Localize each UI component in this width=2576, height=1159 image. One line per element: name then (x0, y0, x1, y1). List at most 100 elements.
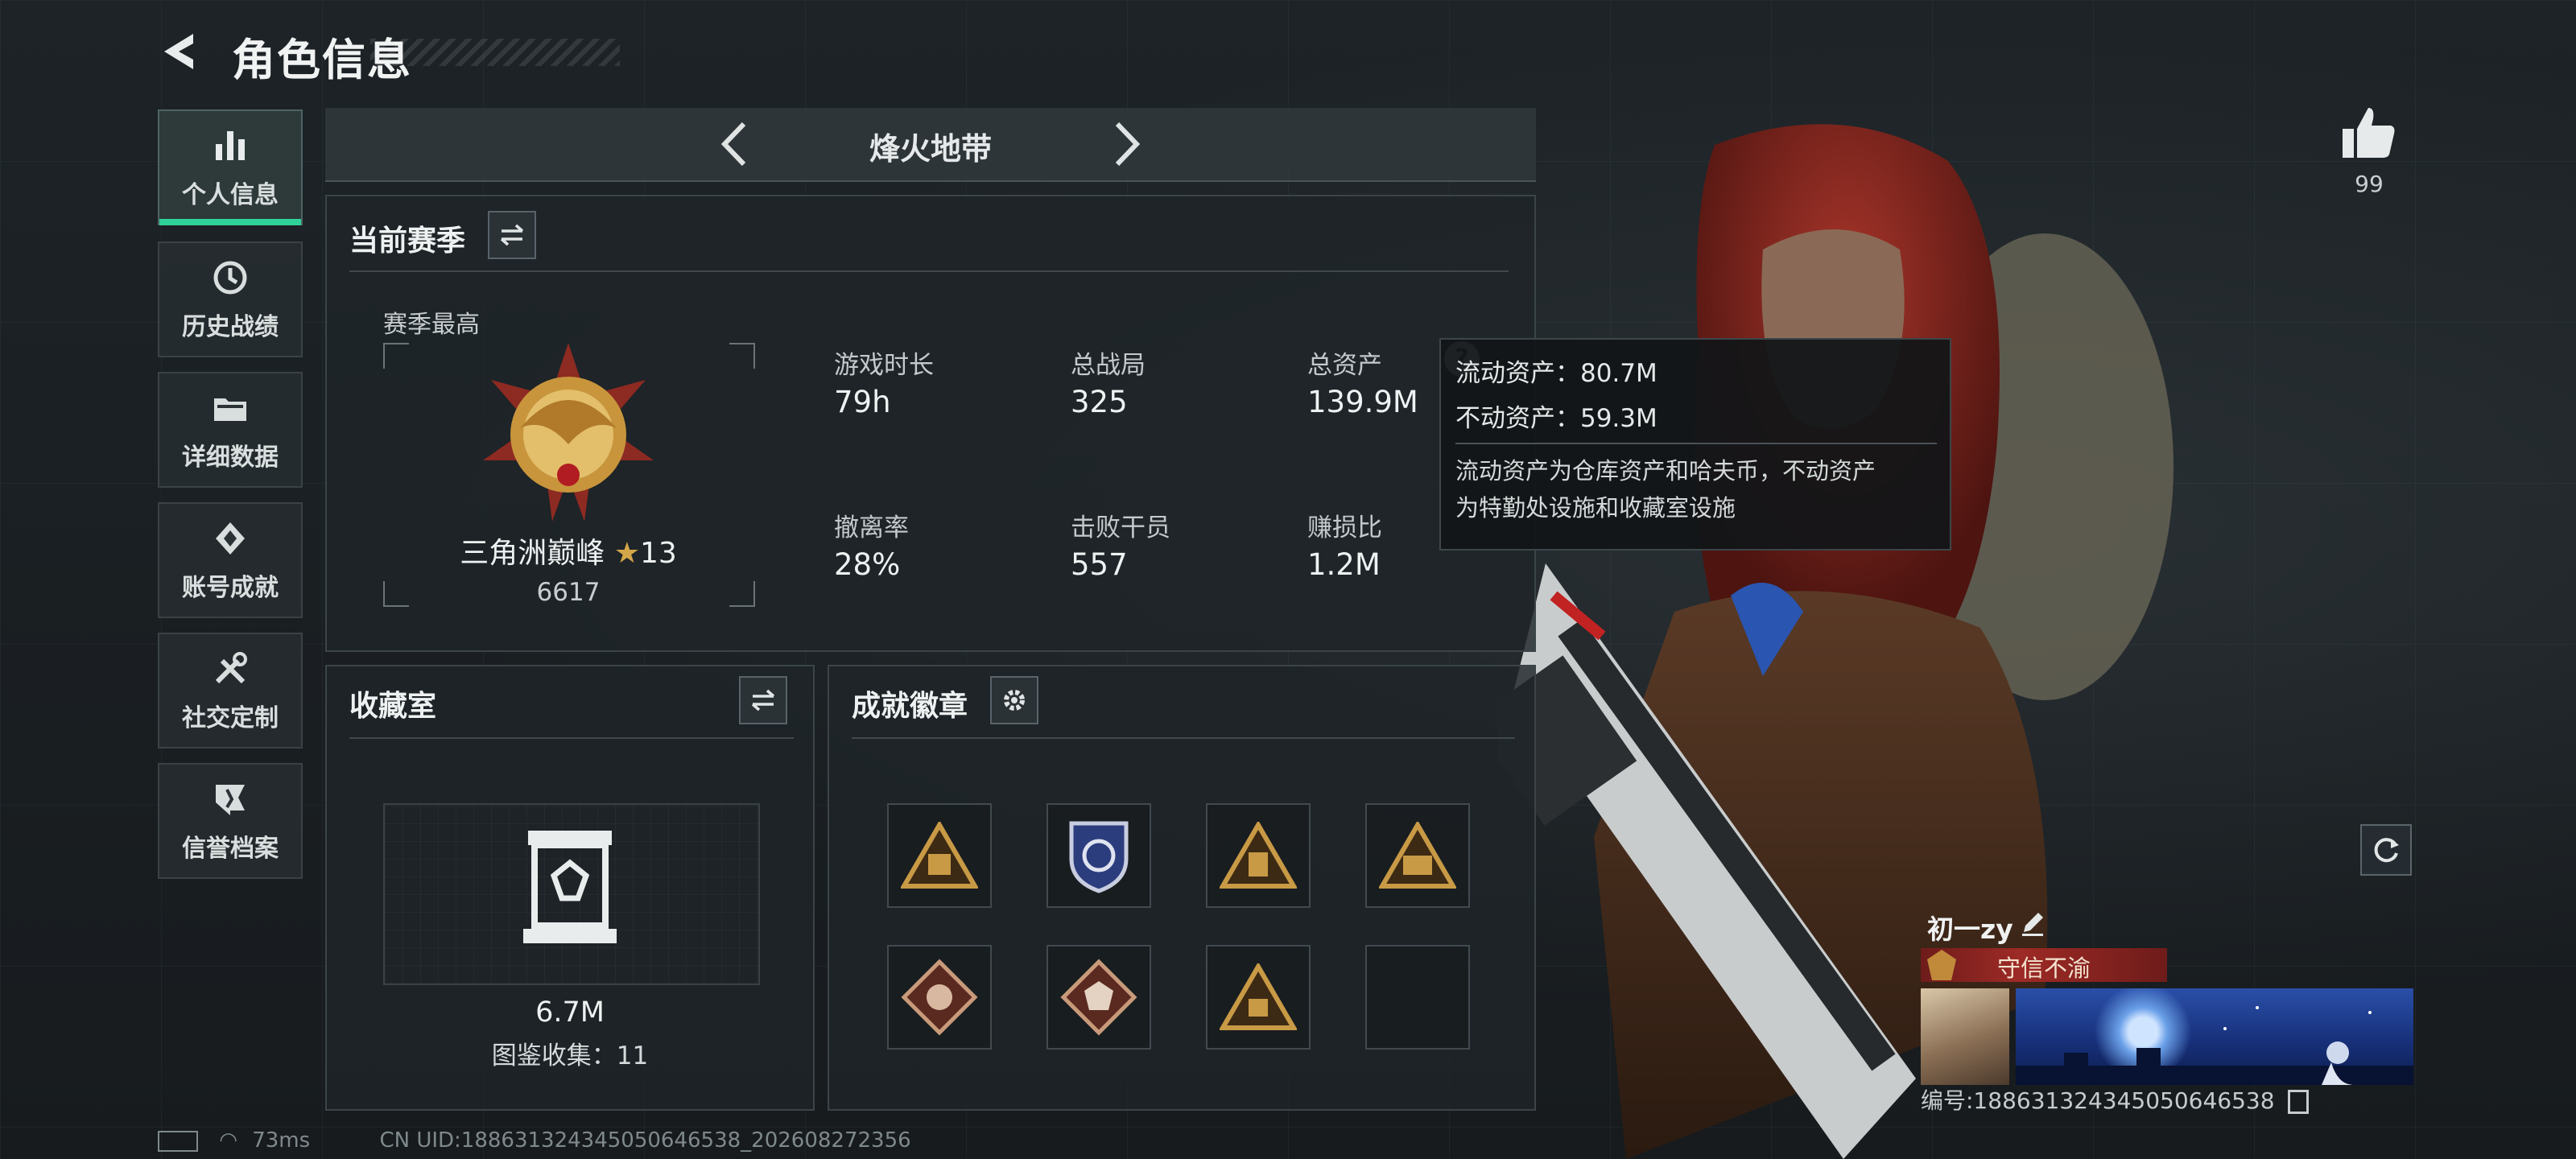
nav-item-label: 详细数据 (182, 443, 279, 472)
stat-value: 1.2M (1307, 547, 1381, 582)
like-count: 99 (2355, 171, 2384, 197)
player-uid: 编号:188631324345050646538 (1921, 1083, 2310, 1116)
rank-name: 三角洲巅峰 (460, 537, 605, 570)
badge-slot[interactable] (1365, 803, 1470, 908)
shield-badge-icon (1069, 821, 1129, 893)
ping-value: 73ms (252, 1128, 311, 1153)
badge-slot[interactable] (1046, 803, 1151, 908)
collection-catalog: 图鉴收集：11 (491, 1041, 649, 1070)
refresh-button[interactable] (2360, 824, 2412, 876)
tools-icon (215, 652, 247, 684)
thumbs-up-icon[interactable] (2339, 103, 2399, 163)
badge-slot[interactable] (1046, 945, 1151, 1050)
triangle-badge-icon (1220, 822, 1297, 889)
season-panel: 当前赛季 赛季最高 三角洲巅峰 ★13 6617 游戏时长 79h 总战局 32… (325, 195, 1536, 652)
battery-icon (158, 1130, 198, 1152)
stat-value: 325 (1071, 385, 1128, 419)
display-case-icon (523, 831, 617, 943)
stat-label: 撤离率 (834, 514, 909, 542)
season-title: 当前赛季 (349, 225, 466, 258)
player-card: 初一zy 守信不渝 (1921, 898, 2413, 1098)
stat-value: 79h (834, 385, 891, 419)
triangle-badge-icon (1220, 963, 1297, 1030)
avatar[interactable] (1921, 988, 2009, 1085)
rank-info: 三角洲巅峰 ★13 (327, 530, 810, 571)
stat-label: 赚损比 (1307, 514, 1382, 542)
stat-value: 28% (834, 547, 901, 582)
season-swap-button[interactable] (488, 211, 536, 259)
badge-slot-empty[interactable] (1365, 945, 1470, 1050)
nav-item-personal-info[interactable]: 个人信息 (158, 109, 303, 225)
title-decoration (370, 39, 620, 66)
stat-label: 总资产 (1307, 351, 1382, 380)
asset-tooltip: 流动资产：80.7M 不动资产：59.3M 流动资产为仓库资产和哈夫币，不动资产… (1439, 338, 1951, 551)
shield-flag-icon (216, 785, 245, 815)
collection-value: 6.7M (535, 996, 605, 1029)
badge-slot[interactable] (887, 803, 992, 908)
player-banner (2016, 988, 2413, 1085)
history-icon (213, 261, 247, 295)
player-title: 守信不渝 (1996, 955, 2091, 982)
achievement-icon (216, 522, 245, 555)
stat-value: 139.9M (1307, 385, 1418, 419)
badge-slot[interactable] (1206, 803, 1311, 908)
nav-item-details[interactable]: 详细数据 (158, 372, 303, 488)
nav-item-social[interactable]: 社交定制 (158, 633, 303, 749)
badge-title: 成就徽章 (852, 690, 968, 723)
tooltip-divider (1455, 443, 1937, 444)
cn-uid: CN UID:188631324345050646538_20260827235… (379, 1128, 911, 1153)
diamond-badge-icon (1060, 959, 1137, 1036)
badge-panel: 成就徽章 (828, 665, 1536, 1111)
copy-icon[interactable] (2288, 1090, 2310, 1114)
tooltip-note-line1: 流动资产为仓库资产和哈夫币，不动资产 (1455, 457, 1876, 485)
stat-label: 总战局 (1071, 351, 1146, 380)
nav-item-achievements[interactable]: 账号成就 (158, 502, 303, 618)
bar-chart-icon (216, 131, 245, 160)
diamond-badge-icon (901, 959, 978, 1036)
collection-title: 收藏室 (349, 690, 437, 723)
season-divider (349, 270, 1509, 272)
triangle-badge-icon (901, 822, 978, 889)
nav-item-label: 个人信息 (182, 181, 279, 209)
nav-item-label: 账号成就 (182, 574, 279, 602)
frame-corner (729, 343, 755, 369)
mode-selector: 烽火地带 (325, 108, 1536, 182)
refresh-icon (2374, 838, 2399, 863)
next-mode-icon[interactable] (1101, 119, 1150, 169)
frame-corner (383, 343, 409, 369)
badge-slot[interactable] (887, 945, 992, 1050)
mode-name: 烽火地带 (869, 131, 992, 167)
tooltip-fixed: 不动资产：59.3M (1455, 404, 1657, 433)
nav-item-label: 信誉档案 (182, 835, 279, 863)
stat-value: 557 (1071, 547, 1128, 582)
stat-label: 游戏时长 (834, 351, 934, 380)
folder-icon (214, 398, 246, 421)
back-icon[interactable] (158, 27, 206, 76)
player-name: 初一zy (1927, 914, 2013, 945)
badge-divider (852, 737, 1515, 739)
swap-icon (751, 689, 775, 711)
nav-item-history[interactable]: 历史战绩 (158, 241, 303, 357)
nav-item-label: 社交定制 (182, 704, 279, 732)
swap-icon (500, 224, 524, 246)
peak-label: 赛季最高 (383, 311, 480, 339)
badge-settings-button[interactable] (990, 676, 1038, 724)
gear-icon (1004, 690, 1025, 711)
nav-item-credit[interactable]: 信誉档案 (158, 763, 303, 879)
tooltip-liquid: 流动资产：80.7M (1455, 359, 1657, 388)
nav-item-label: 历史战绩 (182, 313, 279, 341)
stat-label: 击败干员 (1071, 514, 1170, 542)
player-uid-text: 编号:188631324345050646538 (1921, 1087, 2275, 1114)
wifi-icon: ◠ (219, 1128, 237, 1153)
star-icon: ★ (613, 537, 640, 570)
night-sky-banner (2016, 1006, 2413, 1085)
rank-stars: 13 (639, 537, 677, 570)
edit-icon[interactable] (2019, 909, 2046, 937)
rank-emblem-icon (483, 343, 654, 522)
badge-slot[interactable] (1206, 945, 1311, 1050)
triangle-badge-icon (1379, 822, 1456, 889)
status-bar: ◠ 73ms CN UID:188631324345050646538_2026… (158, 1128, 911, 1153)
collection-swap-button[interactable] (739, 676, 787, 724)
tooltip-note-line2: 为特勤处设施和收藏室设施 (1455, 494, 1736, 522)
collection-panel[interactable]: 收藏室 6.7M 图鉴收集：11 (325, 665, 815, 1111)
